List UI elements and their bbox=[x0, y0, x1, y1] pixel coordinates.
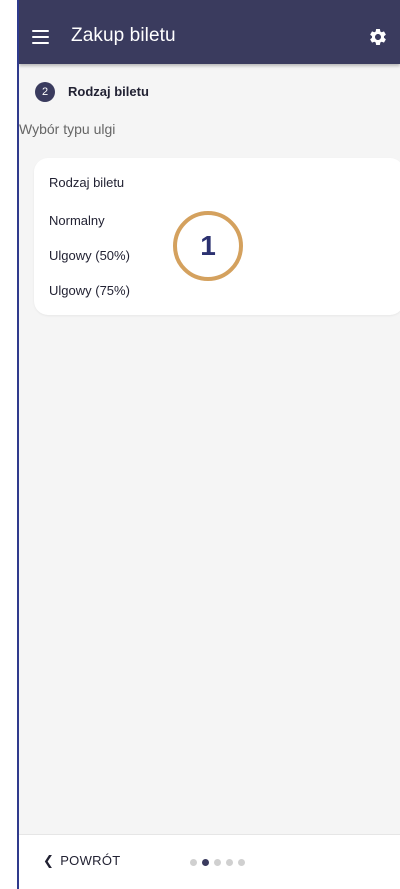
back-button[interactable]: ❮ POWRÓT bbox=[43, 853, 121, 869]
page-dot bbox=[190, 859, 197, 866]
section-subtitle: Wybór typu ulgi bbox=[19, 121, 116, 137]
page-dot bbox=[214, 859, 221, 866]
option-ulgowy-50[interactable]: Ulgowy (50%) bbox=[49, 246, 134, 265]
card-title: Rodzaj biletu bbox=[49, 175, 125, 190]
bottom-navigation-bar: ❮ POWRÓT bbox=[19, 834, 400, 889]
annotation-marker: 1 bbox=[173, 211, 243, 281]
app-screen: Zakup biletu 2 Rodzaj biletu Wybór typu … bbox=[17, 0, 400, 889]
chevron-left-icon: ❮ bbox=[43, 853, 55, 868]
step-title: Rodzaj biletu bbox=[68, 84, 149, 99]
option-ulgowy-75[interactable]: Ulgowy (75%) bbox=[49, 281, 134, 300]
page-dot-active bbox=[202, 859, 209, 866]
menu-icon[interactable] bbox=[32, 30, 49, 44]
app-title: Zakup biletu bbox=[71, 25, 176, 46]
app-bar: Zakup biletu bbox=[19, 0, 400, 64]
gear-icon[interactable] bbox=[368, 27, 388, 47]
page-dot bbox=[238, 859, 245, 866]
back-button-label: POWRÓT bbox=[60, 853, 121, 868]
option-normalny[interactable]: Normalny bbox=[49, 211, 109, 230]
step-number-badge: 2 bbox=[35, 82, 55, 102]
page-dot bbox=[226, 859, 233, 866]
